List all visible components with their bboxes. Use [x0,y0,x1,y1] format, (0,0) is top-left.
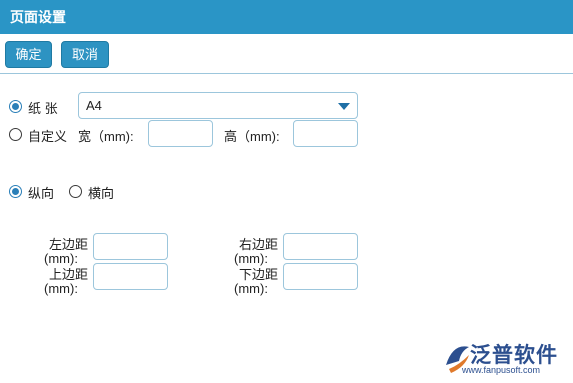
custom-size-label: 自定义 [28,129,68,144]
width-input[interactable] [148,120,213,147]
chevron-down-icon [338,103,350,110]
height-label: 高（mm): [224,129,280,144]
brand-url: www.fanpusoft.com [462,365,541,375]
bottom-margin-input[interactable] [283,263,358,290]
confirm-button[interactable]: 确定 [5,41,52,68]
bottom-margin-unit: (mm): [234,281,268,296]
paper-radio[interactable] [9,100,22,113]
custom-size-radio[interactable] [9,128,22,141]
top-margin-input[interactable] [93,263,168,290]
landscape-label: 横向 [88,186,115,201]
paper-size-select[interactable]: A4 [78,92,358,119]
portrait-radio[interactable] [9,185,22,198]
paper-size-value: A4 [86,98,102,113]
top-margin-unit: (mm): [44,281,78,296]
cancel-button[interactable]: 取消 [61,41,109,68]
portrait-label: 纵向 [28,186,55,201]
toolbar: 确定 取消 [0,34,573,74]
right-margin-input[interactable] [283,233,358,260]
width-label: 宽（mm): [78,129,134,144]
left-margin-input[interactable] [93,233,168,260]
paper-label: 纸 张 [28,101,58,116]
dialog-title: 页面设置 [0,0,573,34]
landscape-radio[interactable] [69,185,82,198]
height-input[interactable] [293,120,358,147]
